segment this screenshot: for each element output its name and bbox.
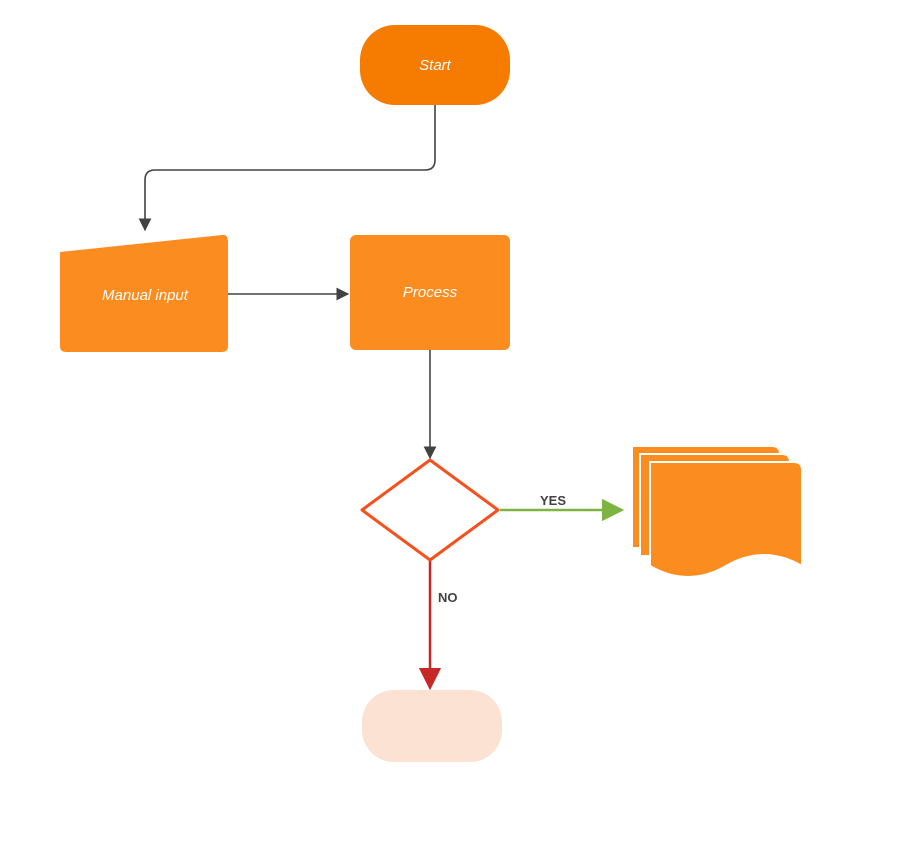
node-process-label: Process (403, 284, 458, 301)
node-end[interactable] (362, 690, 502, 762)
node-start[interactable]: Start (360, 25, 510, 105)
node-manual-input[interactable]: Manual input (60, 235, 228, 352)
edge-start-to-input (145, 105, 435, 230)
edge-label-yes: YES (540, 493, 566, 508)
edge-label-no: NO (438, 590, 458, 605)
node-process[interactable]: Process (350, 235, 510, 350)
node-start-label: Start (419, 57, 452, 74)
flowchart-canvas: YES NO Start Manual input Process (0, 0, 898, 841)
node-documents[interactable] (632, 446, 802, 577)
node-manual-input-label: Manual input (102, 287, 189, 304)
node-decision[interactable] (362, 460, 498, 560)
